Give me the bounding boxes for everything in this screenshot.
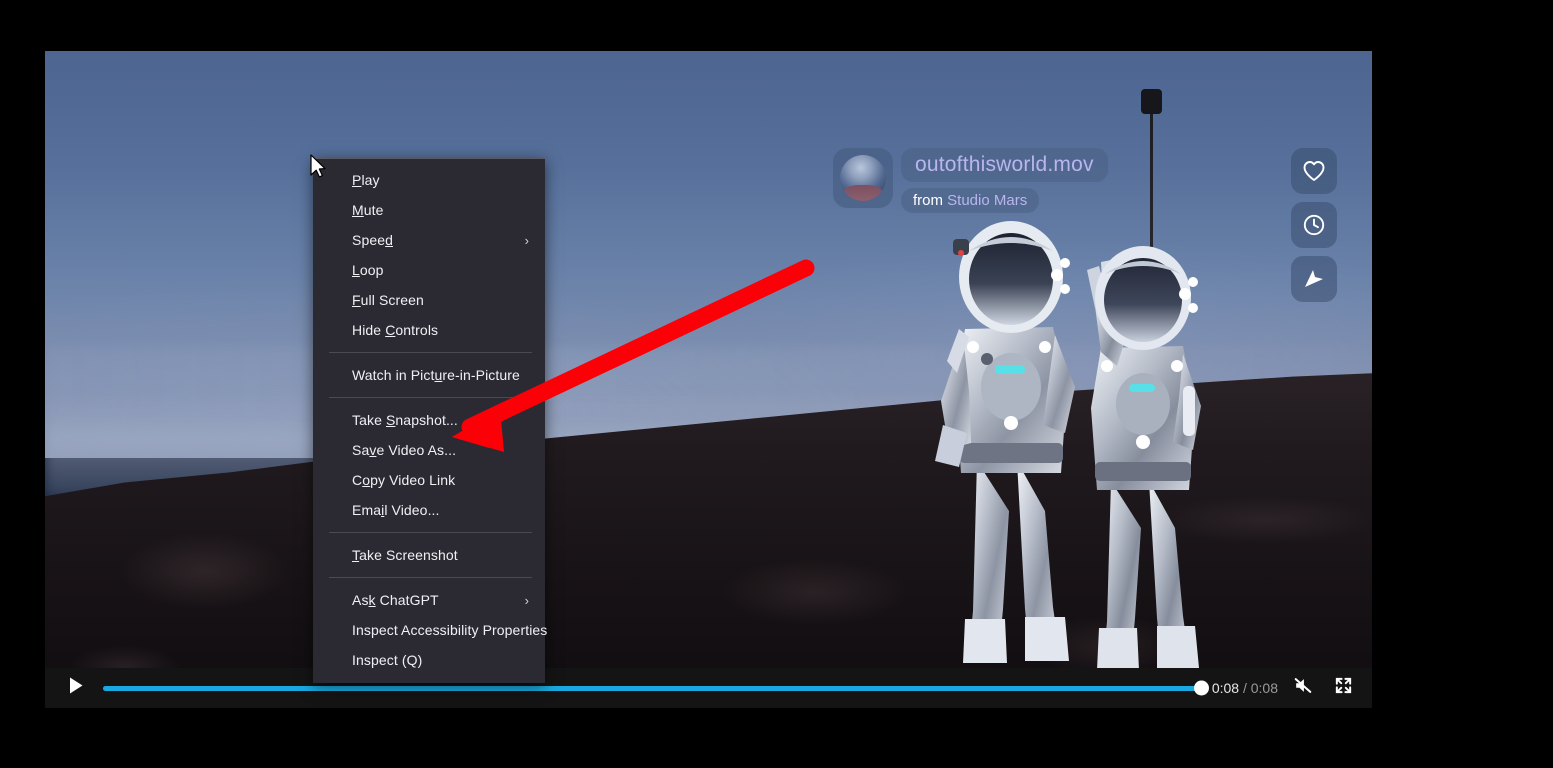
menu-item-play[interactable]: Play (313, 165, 545, 195)
fullscreen-button[interactable] (1328, 671, 1358, 705)
browser-video-controls: 0:08 / 0:08 (45, 668, 1372, 708)
heart-icon (1302, 160, 1326, 182)
outer-progress-thumb[interactable] (1194, 681, 1209, 696)
outer-progress-track[interactable] (103, 686, 1202, 691)
menu-item-label: Play (352, 172, 380, 188)
menu-item-label: Mute (352, 202, 384, 218)
menu-item-watch-in-picture-in-picture[interactable]: Watch in Picture-in-Picture (313, 360, 545, 390)
menu-item-email-video[interactable]: Email Video... (313, 495, 545, 525)
avatar (833, 148, 893, 208)
menu-item-label: Take Snapshot... (352, 412, 458, 428)
filename-label: outofthisworld.mov (901, 148, 1108, 182)
outer-progress-bar[interactable] (103, 671, 1202, 705)
time-display: 0:08 / 0:08 (1212, 680, 1278, 696)
menu-item-copy-video-link[interactable]: Copy Video Link (313, 465, 545, 495)
source-label: from Studio Mars (901, 188, 1039, 213)
clock-icon (1302, 213, 1326, 237)
chevron-right-icon: › (525, 594, 529, 607)
menu-item-inspect-q[interactable]: Inspect (Q) (313, 645, 545, 675)
file-info-overlay: outofthisworld.mov from Studio Mars (833, 148, 1108, 213)
menu-item-speed[interactable]: Speed › (313, 225, 545, 255)
menu-item-take-snapshot[interactable]: Take Snapshot... (313, 405, 545, 435)
fullscreen-icon (1334, 676, 1353, 700)
menu-item-loop[interactable]: Loop (313, 255, 545, 285)
video-player-viewport[interactable]: outofthisworld.mov from Studio Mars (45, 51, 1372, 708)
current-time: 0:08 (1212, 680, 1239, 696)
menu-item-full-screen[interactable]: Full Screen (313, 285, 545, 315)
outer-progress-fill (103, 686, 1202, 691)
menu-separator (329, 397, 532, 398)
video-context-menu[interactable]: Play Mute Speed › Loop Full Screen Hide Contro… (313, 158, 545, 683)
favorite-button[interactable] (1291, 148, 1337, 194)
astronaut-right (1065, 236, 1225, 676)
chevron-right-icon: › (525, 234, 529, 247)
menu-separator (329, 352, 532, 353)
menu-item-label: Watch in Picture-in-Picture (352, 367, 520, 383)
from-text: from (913, 192, 943, 209)
muted-speaker-icon (1293, 676, 1313, 700)
menu-item-inspect-accessibility-properties[interactable]: Inspect Accessibility Properties (313, 615, 545, 645)
pole-camera (1141, 89, 1162, 114)
play-icon (68, 676, 84, 700)
screen: outofthisworld.mov from Studio Mars (0, 0, 1553, 768)
side-actions-group (1291, 148, 1337, 302)
menu-item-save-video-as[interactable]: Save Video As... (313, 435, 545, 465)
mute-button[interactable] (1288, 671, 1318, 705)
send-icon (1302, 267, 1326, 291)
menu-item-hide-controls[interactable]: Hide Controls (313, 315, 545, 345)
menu-item-label: Ask ChatGPT (352, 592, 439, 608)
menu-item-label: Hide Controls (352, 322, 438, 338)
menu-item-label: Inspect (Q) (352, 652, 422, 668)
time-separator: / (1239, 680, 1251, 696)
menu-item-label: Speed (352, 232, 393, 248)
menu-item-label: Save Video As... (352, 442, 456, 458)
menu-item-label: Inspect Accessibility Properties (352, 622, 547, 638)
menu-item-label: Loop (352, 262, 384, 278)
menu-separator (329, 532, 532, 533)
menu-separator (329, 577, 532, 578)
menu-item-mute[interactable]: Mute (313, 195, 545, 225)
outer-play-button[interactable] (59, 671, 93, 705)
menu-item-label: Take Screenshot (352, 547, 458, 563)
menu-item-take-screenshot[interactable]: Take Screenshot (313, 540, 545, 570)
menu-item-label: Copy Video Link (352, 472, 455, 488)
menu-item-label: Email Video... (352, 502, 440, 518)
share-button[interactable] (1291, 256, 1337, 302)
menu-item-label: Full Screen (352, 292, 424, 308)
studio-name: Studio Mars (947, 192, 1027, 209)
total-time: 0:08 (1251, 680, 1278, 696)
astronaut-helmet-avatar-icon (840, 155, 886, 201)
watch-later-button[interactable] (1291, 202, 1337, 248)
menu-item-ask-chatgpt[interactable]: Ask ChatGPT › (313, 585, 545, 615)
